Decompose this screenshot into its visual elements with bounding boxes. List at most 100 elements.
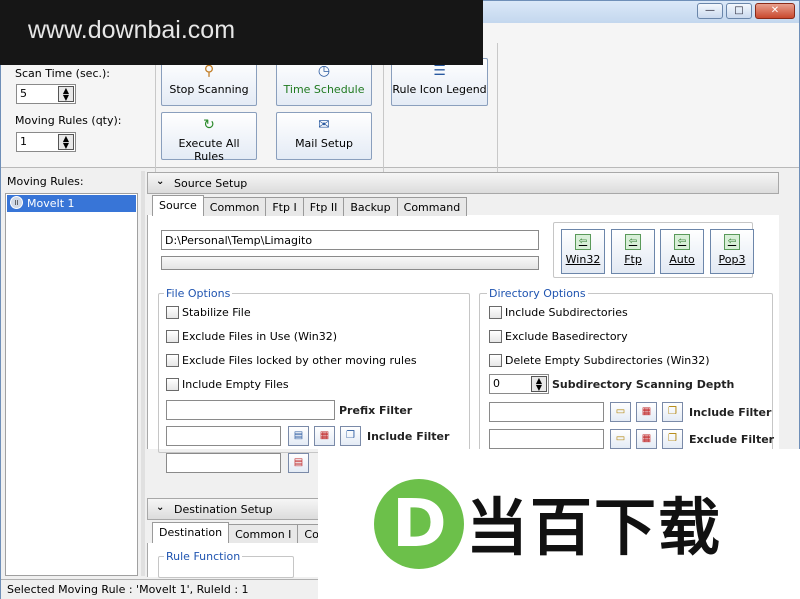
calendar-icon[interactable]: ▦ xyxy=(314,426,335,446)
checkbox-icon xyxy=(166,354,179,367)
win32-button[interactable]: ⇦ Win32 xyxy=(561,229,605,274)
copy-icon[interactable]: ❐ xyxy=(340,426,361,446)
calendar-icon[interactable]: ▦ xyxy=(636,402,657,422)
logo-letter: D xyxy=(392,485,447,562)
calendar-icon[interactable]: ▦ xyxy=(636,429,657,449)
checkbox-icon xyxy=(489,306,502,319)
arrow-left-icon: ⇦ xyxy=(674,234,690,250)
watermark-banner: www.downbai.com xyxy=(0,0,483,65)
site-logo: D 当百下载 xyxy=(318,449,800,599)
dir-exclude-filter-label: Exclude Filter xyxy=(689,433,775,446)
logo-circle-icon: D xyxy=(374,479,464,569)
dir-exclude-filter-input[interactable] xyxy=(489,429,604,449)
moving-rules-spinner[interactable]: 1 ▲ ▼ xyxy=(16,132,76,152)
auto-button[interactable]: ⇦ Auto xyxy=(660,229,704,274)
checkbox-label: Stabilize File xyxy=(182,306,251,319)
toolbar-separator xyxy=(497,43,498,179)
rule-icon-legend-label: Rule Icon Legend xyxy=(392,83,487,96)
include-filter-input[interactable] xyxy=(166,426,281,446)
splitter-handle[interactable] xyxy=(141,171,145,576)
checkbox-label: Delete Empty Subdirectories (Win32) xyxy=(505,354,710,367)
exclude-basedirectory-checkbox[interactable]: Exclude Basedirectory xyxy=(489,330,628,343)
stop-scanning-label: Stop Scanning xyxy=(169,83,249,96)
tab-common-i[interactable]: Common I xyxy=(228,524,299,543)
checkbox-icon xyxy=(166,306,179,319)
include-empty-files-checkbox[interactable]: Include Empty Files xyxy=(166,378,289,391)
checkbox-label: Exclude Basedirectory xyxy=(505,330,628,343)
rule-icon-legend-button[interactable]: ☰ Rule Icon Legend xyxy=(391,58,488,106)
list-item-label: MoveIt 1 xyxy=(27,197,75,210)
win32-label: Win32 xyxy=(565,253,601,266)
tab-source[interactable]: Source xyxy=(152,195,204,216)
spin-arrows-icon[interactable]: ▲ ▼ xyxy=(58,86,74,102)
include-subdirectories-checkbox[interactable]: Include Subdirectories xyxy=(489,306,628,319)
scan-time-spinner[interactable]: 5 ▲ ▼ xyxy=(16,84,76,104)
prefix-filter-input[interactable] xyxy=(166,400,335,420)
exclude-files-in-use-checkbox[interactable]: Exclude Files in Use (Win32) xyxy=(166,330,337,343)
minimize-button[interactable]: — xyxy=(697,3,723,19)
envelope-icon: ✉ xyxy=(318,117,330,133)
close-button[interactable]: ✕ xyxy=(755,3,795,19)
time-schedule-button[interactable]: ◷ Time Schedule xyxy=(276,58,372,106)
checkbox-label: Exclude Files in Use (Win32) xyxy=(182,330,338,343)
checkbox-label: Include Empty Files xyxy=(182,378,289,391)
scan-progress-bar xyxy=(161,256,539,270)
prefix-filter-label: Prefix Filter xyxy=(339,404,413,417)
pop3-label: Pop3 xyxy=(718,253,746,266)
folder-copy-icon[interactable]: ❐ xyxy=(662,402,683,422)
scan-time-label: Scan Time (sec.): xyxy=(15,67,110,80)
list-item[interactable]: II MoveIt 1 xyxy=(7,195,136,212)
execute-all-rules-label: Execute All Rules xyxy=(178,137,240,163)
arrow-left-icon: ⇦ xyxy=(724,234,740,250)
maximize-button[interactable]: □ xyxy=(726,3,752,19)
source-setup-title: Source Setup xyxy=(174,177,248,190)
folder-remove-icon[interactable]: ▭ xyxy=(610,429,631,449)
rule-function-title: Rule Function xyxy=(164,550,243,563)
tab-backup[interactable]: Backup xyxy=(343,197,398,216)
spin-arrows-icon[interactable]: ▲ ▼ xyxy=(58,134,74,150)
tab-ftp-i[interactable]: Ftp I xyxy=(265,197,304,216)
dir-include-filter-input[interactable] xyxy=(489,402,604,422)
tab-command[interactable]: Command xyxy=(396,197,468,216)
ftp-button[interactable]: ⇦ Ftp xyxy=(611,229,655,274)
tab-common[interactable]: Common xyxy=(202,197,267,216)
pop3-button[interactable]: ⇦ Pop3 xyxy=(710,229,754,274)
delete-empty-subdirectories-checkbox[interactable]: Delete Empty Subdirectories (Win32) xyxy=(489,354,710,367)
moving-rules-label: Moving Rules (qty): xyxy=(15,114,122,127)
dir-include-filter-label: Include Filter xyxy=(689,406,772,419)
spin-arrows-icon[interactable]: ▲ ▼ xyxy=(531,376,547,392)
scanning-depth-spinner[interactable]: 0 ▲ ▼ xyxy=(489,374,549,394)
arrow-left-icon: ⇦ xyxy=(575,234,591,250)
source-setup-header[interactable]: ⌄ Source Setup xyxy=(147,172,779,194)
folder-add-icon[interactable]: ▭ xyxy=(610,402,631,422)
file-options-title: File Options xyxy=(164,287,233,300)
destination-setup-title: Destination Setup xyxy=(174,503,273,516)
moving-rules-header: Moving Rules: xyxy=(7,175,84,188)
add-filter-icon[interactable]: ▤ xyxy=(288,426,309,446)
folder-copy-icon[interactable]: ❐ xyxy=(662,429,683,449)
stop-scanning-button[interactable]: ⚲ Stop Scanning xyxy=(161,58,257,106)
ftp-label: Ftp xyxy=(624,253,642,266)
exclude-filter-input[interactable] xyxy=(166,453,281,473)
directory-options-title: Directory Options xyxy=(487,287,588,300)
checkbox-icon xyxy=(489,354,502,367)
remove-filter-icon[interactable]: ▤ xyxy=(288,453,309,473)
exclude-locked-files-checkbox[interactable]: Exclude Files locked by other moving rul… xyxy=(166,354,417,367)
mail-setup-button[interactable]: ✉ Mail Setup xyxy=(276,112,372,160)
logo-text: 当百下载 xyxy=(466,491,723,564)
scanning-depth-value: 0 xyxy=(493,377,500,390)
scanning-depth-label: Subdirectory Scanning Depth xyxy=(552,378,735,391)
checkbox-icon xyxy=(166,378,179,391)
tab-ftp-ii[interactable]: Ftp II xyxy=(302,197,345,216)
execute-all-rules-button[interactable]: ↻ Execute All Rules xyxy=(161,112,257,163)
arrow-left-icon: ⇦ xyxy=(625,234,641,250)
stabilize-file-checkbox[interactable]: Stabilize File xyxy=(166,306,251,319)
auto-label: Auto xyxy=(669,253,695,266)
checkbox-label: Exclude Files locked by other moving rul… xyxy=(182,354,417,367)
scan-time-value: 5 xyxy=(20,87,27,100)
tab-destination[interactable]: Destination xyxy=(152,522,230,543)
pause-icon: II xyxy=(10,196,23,209)
source-path-field[interactable]: D:\Personal\Temp\Limagito xyxy=(161,230,539,250)
window-controls: — □ ✕ xyxy=(697,3,795,19)
moving-rules-list: II MoveIt 1 xyxy=(5,193,138,576)
